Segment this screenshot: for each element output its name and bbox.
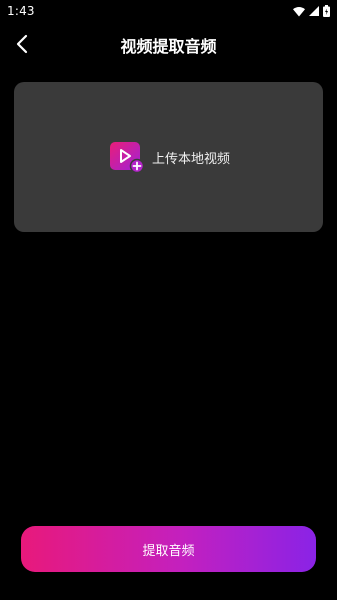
- top-bar: 视频提取音频: [0, 22, 337, 66]
- status-time: 1:43: [7, 4, 35, 18]
- signal-icon: [309, 6, 319, 16]
- upload-video-content[interactable]: 上传本地视频: [110, 142, 231, 174]
- battery-icon: [323, 5, 330, 17]
- extract-audio-button[interactable]: 提取音频: [21, 526, 316, 572]
- wifi-icon: [293, 6, 305, 17]
- video-add-icon: [110, 142, 145, 174]
- status-icons: [293, 5, 330, 17]
- upload-video-label: 上传本地视频: [152, 151, 231, 167]
- page-title: 视频提取音频: [120, 37, 217, 56]
- upload-video-card[interactable]: 上传本地视频: [14, 82, 323, 232]
- status-bar: 1:43: [0, 0, 337, 22]
